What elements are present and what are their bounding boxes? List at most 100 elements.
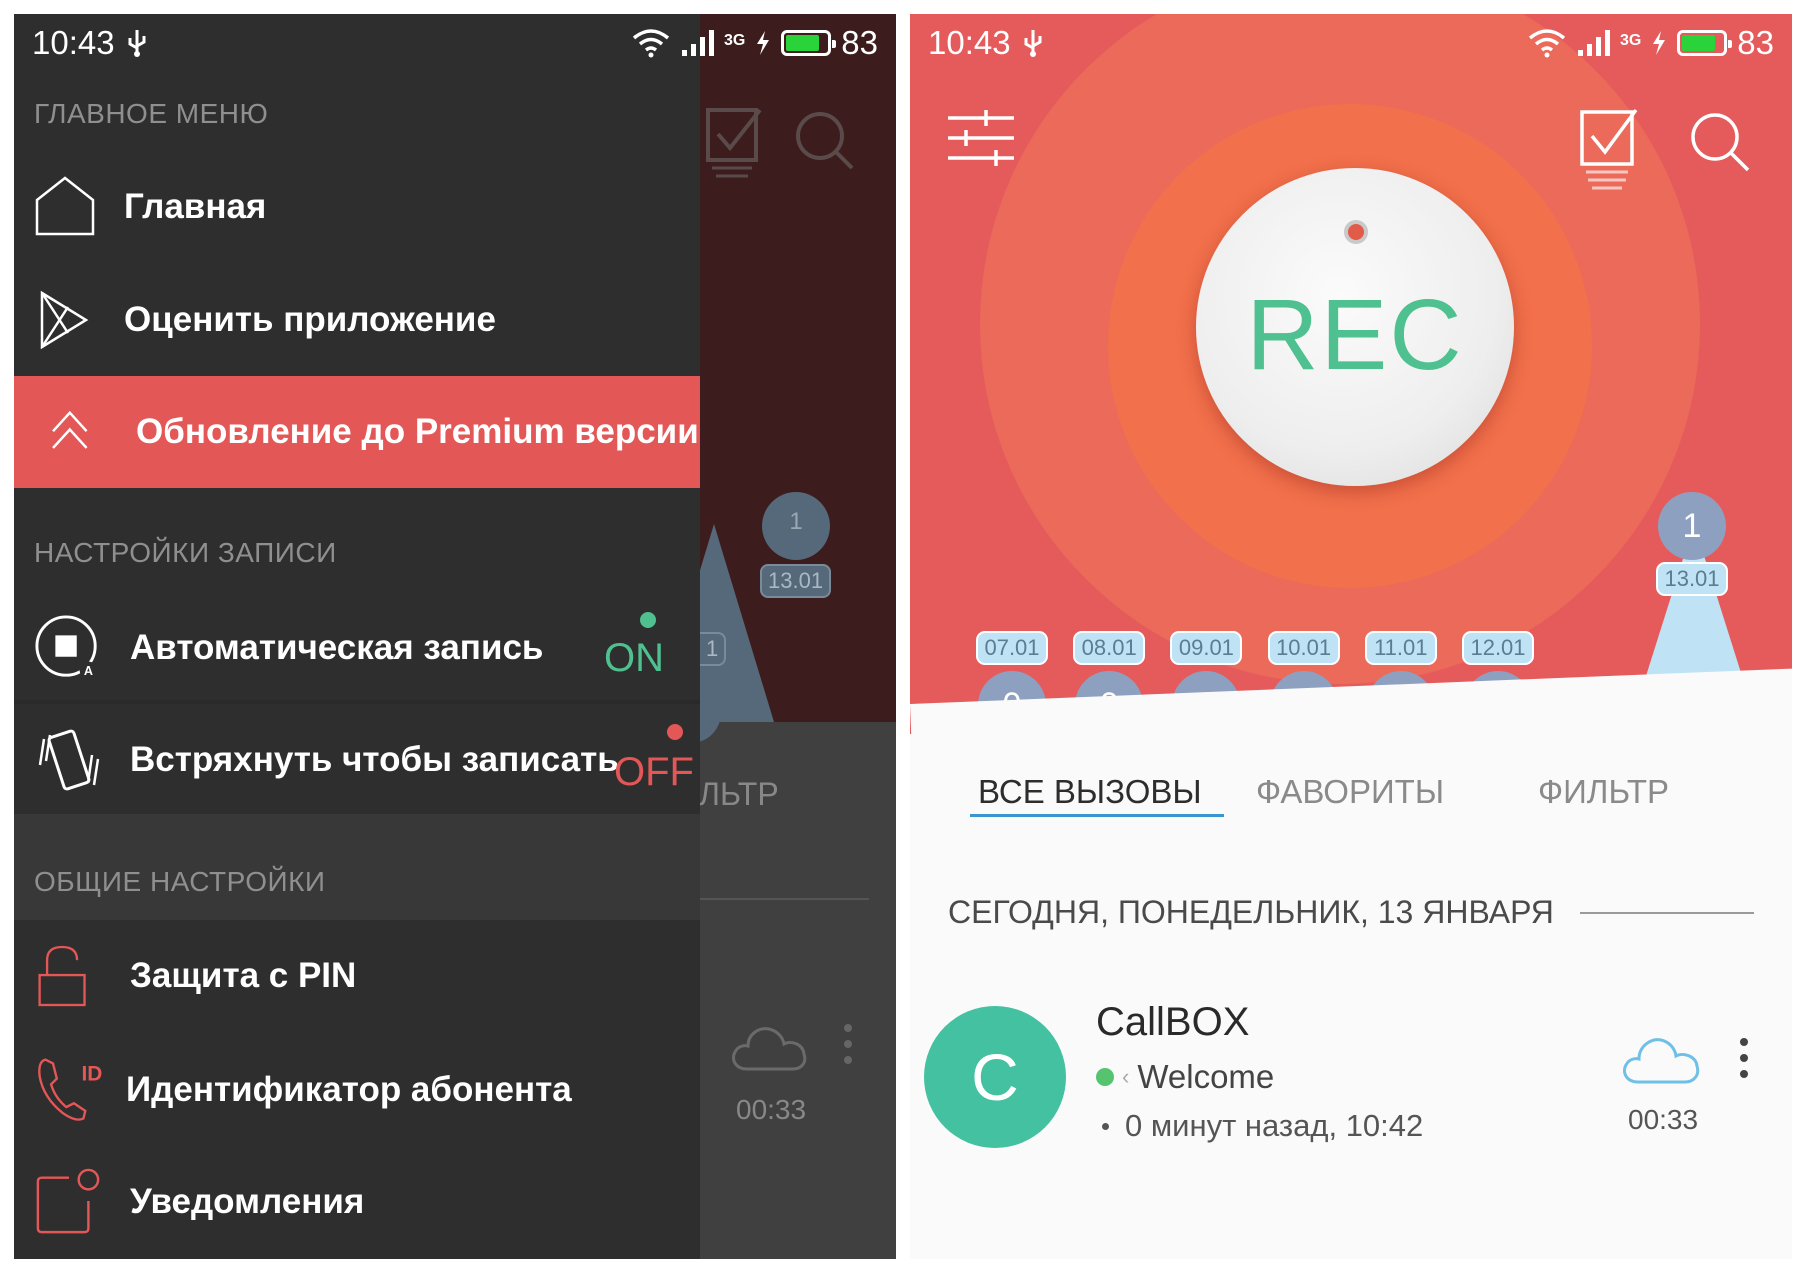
tab-all-calls[interactable]: ВСЕ ВЫЗОВЫ: [978, 762, 1202, 832]
navigation-drawer: ГЛАВНОЕ МЕНЮ Главная Оценить приложение …: [14, 14, 700, 1259]
history-day-date: 07.01: [976, 631, 1048, 665]
checklist-icon[interactable]: [1578, 106, 1640, 192]
day-header-rule: [1580, 912, 1754, 914]
history-day-date: 08.01: [1073, 631, 1146, 665]
signal-icon: [1577, 30, 1610, 56]
dimmed-partial-date: 1: [700, 632, 727, 666]
network-type: 3G: [723, 32, 746, 49]
notification-icon: [36, 1168, 100, 1234]
drawer-screen: 1 13.01 1 ЛЬТР 00:33 10:43 3G 83 ГЛАВНОЕ…: [14, 14, 896, 1259]
drawer-item-auto-record[interactable]: A Автоматическая запись: [14, 596, 700, 700]
dimmed-duration: 00:33: [736, 1094, 807, 1125]
drawer-item-notifications[interactable]: Уведомления: [14, 1150, 700, 1254]
drawer-item-label: Обновление до Premium версии: [136, 412, 699, 451]
network-type: 3G: [1619, 32, 1642, 49]
battery-level: [786, 35, 820, 51]
call-duration: 00:33: [1628, 1104, 1699, 1135]
drawer-item-pin-protection[interactable]: Защита с PIN: [14, 924, 700, 1028]
search-icon[interactable]: [1688, 110, 1750, 172]
bullet: [1102, 1122, 1109, 1130]
tab-favorites[interactable]: ФАВОРИТЫ: [1256, 762, 1444, 832]
call-status-dot: [1096, 1068, 1114, 1086]
status-time: 10:43: [928, 24, 1011, 61]
sliders-icon[interactable]: [946, 110, 1016, 166]
dimmed-peak-date: 13.01: [760, 564, 832, 598]
call-time-row: 0 минут назад, 10:42: [1102, 1108, 1423, 1144]
shake-record-indicator: [667, 724, 683, 740]
drawer-item-label: Главная: [124, 187, 267, 226]
battery-percent: 83: [1737, 24, 1774, 61]
drawer-item-label: Идентификатор абонента: [126, 1070, 572, 1109]
drawer-item-home[interactable]: Главная: [14, 155, 700, 259]
cloud-icon[interactable]: [1620, 1030, 1704, 1086]
more-options-icon[interactable]: [1740, 1038, 1748, 1078]
dimmed-more-icon: [844, 1024, 852, 1064]
usb-icon: [1024, 30, 1042, 57]
tab-filter[interactable]: ФИЛЬТР: [1538, 762, 1669, 832]
history-peak-count[interactable]: 1: [1658, 492, 1726, 560]
section-title-main-menu: ГЛАВНОЕ МЕНЮ: [34, 98, 269, 129]
avatar: C: [924, 1006, 1066, 1148]
call-note-row: ‹ Welcome: [1096, 1058, 1274, 1096]
battery-percent: 83: [841, 24, 878, 61]
dimmed-filter-tab: ЛЬТР: [699, 776, 779, 812]
record-indicator-dot: [1344, 220, 1368, 244]
record-button[interactable]: REC: [1196, 168, 1514, 486]
incoming-arrow-icon: ‹: [1122, 1064, 1130, 1089]
record-label: REC: [1246, 279, 1464, 391]
active-tab-indicator: [970, 814, 1224, 817]
drawer-item-rate-app[interactable]: Оценить приложение: [14, 268, 700, 372]
history-peak-date: 13.01: [1656, 562, 1728, 596]
double-chevron-up-icon: [52, 410, 88, 449]
svg-text:ID: ID: [82, 1063, 103, 1086]
cloud-icon: [732, 1027, 807, 1071]
battery-icon: [781, 30, 837, 56]
section-title-record-settings: НАСТРОЙКИ ЗАПИСИ: [34, 537, 337, 568]
drawer-item-label: Автоматическая запись: [130, 628, 544, 667]
drawer-item-label: Защита с PIN: [130, 956, 357, 995]
drawer-item-caller-id[interactable]: ID Идентификатор абонента: [14, 1038, 700, 1142]
dimmed-divider: [699, 898, 869, 900]
wifi-icon: [1528, 29, 1566, 58]
history-day-date: 12.01: [1462, 631, 1534, 665]
call-time: 0 минут назад, 10:42: [1125, 1108, 1424, 1143]
call-list-item[interactable]: C CallBOX ‹ Welcome 0 минут назад, 10:42…: [910, 994, 1792, 1164]
status-time: 10:43: [32, 24, 115, 61]
day-header: СЕГОДНЯ, ПОНЕДЕЛЬНИК, 13 ЯНВАРЯ: [948, 894, 1554, 930]
history-day-date: 10.01: [1267, 631, 1340, 665]
checklist-icon: [706, 108, 762, 178]
shake-phone-icon: [38, 729, 100, 791]
status-bar: 10:43 3G 83: [14, 14, 896, 72]
usb-icon: [128, 30, 146, 57]
search-icon: [796, 112, 854, 170]
history-day-date: 09.01: [1170, 631, 1243, 665]
call-tabs: ВСЕ ВЫЗОВЫ ФАВОРИТЫ ФИЛЬТР: [910, 762, 1792, 832]
main-screen: 10:43 3G 83 REC 07.01 08.01 09.01 10.01 …: [910, 14, 1792, 1259]
history-day-date: 11.01: [1364, 631, 1437, 665]
auto-record-icon: A: [35, 615, 98, 680]
section-title-general-settings: ОБЩИЕ НАСТРОЙКИ: [34, 866, 326, 897]
caller-id-icon: ID: [38, 1058, 103, 1121]
charging-icon: [1653, 31, 1666, 55]
status-bar: 10:43 3G 83: [910, 14, 1792, 72]
lock-icon: [38, 945, 86, 1007]
battery-level: [1682, 35, 1716, 51]
call-note: Welcome: [1137, 1058, 1275, 1095]
wifi-icon: [632, 29, 670, 58]
shake-record-toggle[interactable]: OFF: [614, 750, 694, 795]
home-icon: [35, 176, 95, 236]
drawer-item-label: Оценить приложение: [124, 300, 496, 339]
drawer-item-premium-upgrade[interactable]: Обновление до Premium версии: [14, 376, 700, 488]
svg-text:A: A: [84, 664, 93, 678]
dimmed-peak-count: 1: [789, 508, 803, 535]
signal-icon: [681, 30, 714, 56]
drawer-item-label: Уведомления: [130, 1182, 365, 1221]
contact-name: CallBOX: [1096, 1000, 1250, 1044]
battery-icon: [1677, 30, 1733, 56]
drawer-item-label: Встряхнуть чтобы записать: [130, 740, 619, 779]
auto-record-toggle[interactable]: ON: [604, 636, 664, 681]
auto-record-indicator: [640, 612, 656, 628]
divider: [14, 700, 700, 704]
drawer-item-shake-to-record[interactable]: Встряхнуть чтобы записать: [14, 708, 700, 812]
charging-icon: [757, 31, 770, 55]
